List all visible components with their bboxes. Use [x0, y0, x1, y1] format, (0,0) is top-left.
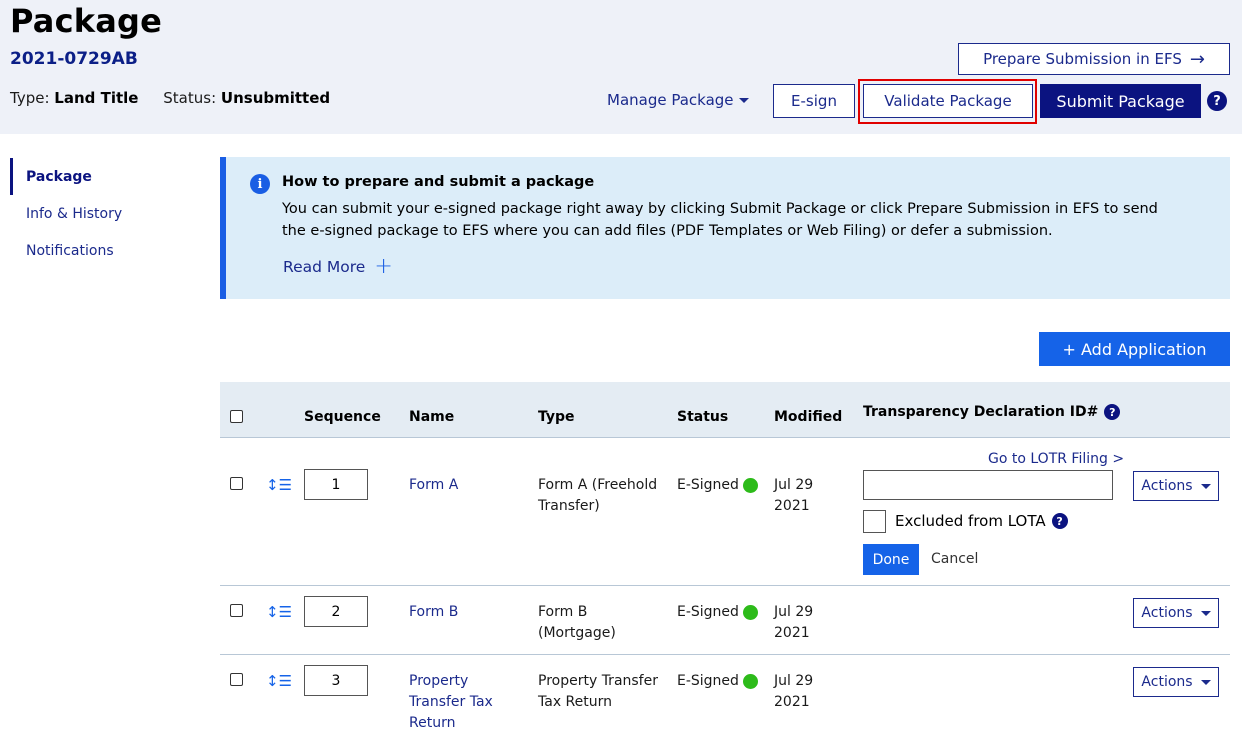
- prepare-submission-efs-label: Prepare Submission in EFS: [983, 50, 1182, 68]
- application-name-link[interactable]: Form A: [409, 475, 519, 496]
- column-sequence: Sequence: [304, 409, 381, 425]
- sidebar-item-package[interactable]: Package: [10, 158, 190, 195]
- column-transparency-declaration: Transparency Declaration ID# ?: [863, 404, 1121, 420]
- application-type: Form B (Mortgage): [538, 604, 616, 641]
- application-type: Property Transfer Tax Return: [538, 673, 658, 710]
- excluded-from-lota-checkbox[interactable]: [863, 510, 886, 533]
- sidebar-nav: Package Info & History Notifications: [10, 158, 190, 269]
- modified-date: Jul 29 2021: [774, 604, 814, 641]
- caret-down-icon: [1200, 484, 1211, 489]
- sidebar-item-info-history[interactable]: Info & History: [10, 195, 190, 232]
- help-icon[interactable]: ?: [1104, 404, 1121, 420]
- column-type: Type: [538, 409, 575, 425]
- status-dot-icon: [742, 478, 758, 493]
- esign-button[interactable]: E-sign: [773, 84, 855, 118]
- type-value: Land Title: [54, 89, 139, 107]
- read-more-label: Read More: [283, 258, 366, 276]
- read-more-link[interactable]: Read More +: [283, 256, 393, 278]
- package-id: 2021-0729AB: [10, 49, 138, 69]
- help-icon[interactable]: ?: [1051, 513, 1068, 529]
- sequence-input[interactable]: [304, 596, 368, 627]
- help-icon[interactable]: ?: [1207, 91, 1227, 111]
- table-row: ↕☰ Form A Form A (Freehold Transfer) E-S…: [220, 438, 1230, 586]
- info-title: How to prepare and submit a package: [282, 174, 595, 190]
- sidebar-item-notifications[interactable]: Notifications: [10, 232, 190, 269]
- sequence-input[interactable]: [304, 665, 368, 696]
- excluded-from-lota-text: Excluded from LOTA: [895, 512, 1046, 530]
- status-label: Status:: [163, 89, 217, 107]
- status-cell: E-Signed: [677, 475, 758, 496]
- status-text: E-Signed: [677, 604, 739, 620]
- select-all-checkbox[interactable]: [230, 410, 243, 423]
- add-application-button[interactable]: + Add Application: [1039, 332, 1230, 366]
- prepare-submission-efs-button[interactable]: Prepare Submission in EFS →: [958, 43, 1230, 75]
- status-text: E-Signed: [677, 477, 739, 493]
- application-name-link[interactable]: Form B: [409, 602, 519, 623]
- table-row: ↕☰ Property Transfer Tax Return Property…: [220, 655, 1230, 737]
- actions-label: Actions: [1141, 478, 1193, 494]
- reorder-icon[interactable]: ↕☰: [266, 603, 292, 621]
- row-checkbox[interactable]: [230, 604, 243, 617]
- done-button[interactable]: Done: [863, 544, 919, 575]
- column-status: Status: [677, 409, 729, 425]
- status-value: Unsubmitted: [220, 89, 331, 107]
- actions-dropdown[interactable]: Actions: [1133, 667, 1219, 697]
- page-title: Package: [10, 2, 163, 40]
- table-row: ↕☰ Form B Form B (Mortgage) E-Signed Jul…: [220, 586, 1230, 655]
- reorder-icon[interactable]: ↕☰: [266, 476, 292, 494]
- info-body: You can submit your e-signed package rig…: [282, 201, 1158, 239]
- application-name-link[interactable]: Property Transfer Tax Return: [409, 671, 509, 734]
- cancel-button[interactable]: Cancel: [931, 551, 978, 567]
- actions-dropdown[interactable]: Actions: [1133, 471, 1219, 501]
- row-checkbox[interactable]: [230, 477, 243, 490]
- caret-down-icon: [738, 98, 749, 103]
- status-dot-icon: [742, 674, 758, 689]
- info-alert: i How to prepare and submit a package Yo…: [220, 157, 1230, 299]
- info-icon: i: [250, 174, 270, 194]
- type-label: Type:: [10, 89, 50, 107]
- actions-label: Actions: [1141, 605, 1193, 621]
- page-header: Package 2021-0729AB Type: Land Title Sta…: [0, 0, 1242, 134]
- caret-down-icon: [1200, 611, 1211, 616]
- status-cell: E-Signed: [677, 671, 758, 692]
- actions-dropdown[interactable]: Actions: [1133, 598, 1219, 628]
- plus-icon: +: [374, 254, 393, 279]
- manage-package-dropdown[interactable]: Manage Package: [607, 91, 749, 109]
- column-name: Name: [409, 409, 455, 425]
- manage-package-label: Manage Package: [607, 91, 734, 109]
- modified-date: Jul 29 2021: [774, 477, 814, 514]
- validate-package-button[interactable]: Validate Package: [863, 84, 1033, 118]
- status-cell: E-Signed: [677, 602, 758, 623]
- excluded-from-lota-label: Excluded from LOTA ?: [895, 512, 1068, 530]
- actions-label: Actions: [1141, 674, 1193, 690]
- table-header: Sequence Name Type Status Modified Trans…: [220, 382, 1230, 438]
- reorder-icon[interactable]: ↕☰: [266, 672, 292, 690]
- column-transparency-label: Transparency Declaration ID#: [863, 404, 1099, 420]
- arrow-right-icon: →: [1189, 48, 1205, 70]
- submit-package-button[interactable]: Submit Package: [1040, 84, 1201, 118]
- sequence-input[interactable]: [304, 469, 368, 500]
- status-dot-icon: [742, 605, 758, 620]
- application-type: Form A (Freehold Transfer): [538, 477, 658, 514]
- package-meta: Type: Land Title Status: Unsubmitted: [10, 89, 330, 107]
- row-checkbox[interactable]: [230, 673, 243, 686]
- modified-date: Jul 29 2021: [774, 673, 814, 710]
- transparency-declaration-input[interactable]: [863, 470, 1113, 500]
- status-text: E-Signed: [677, 673, 739, 689]
- lotr-filing-link[interactable]: Go to LOTR Filing >: [988, 451, 1124, 467]
- column-modified: Modified: [774, 409, 843, 425]
- caret-down-icon: [1200, 680, 1211, 685]
